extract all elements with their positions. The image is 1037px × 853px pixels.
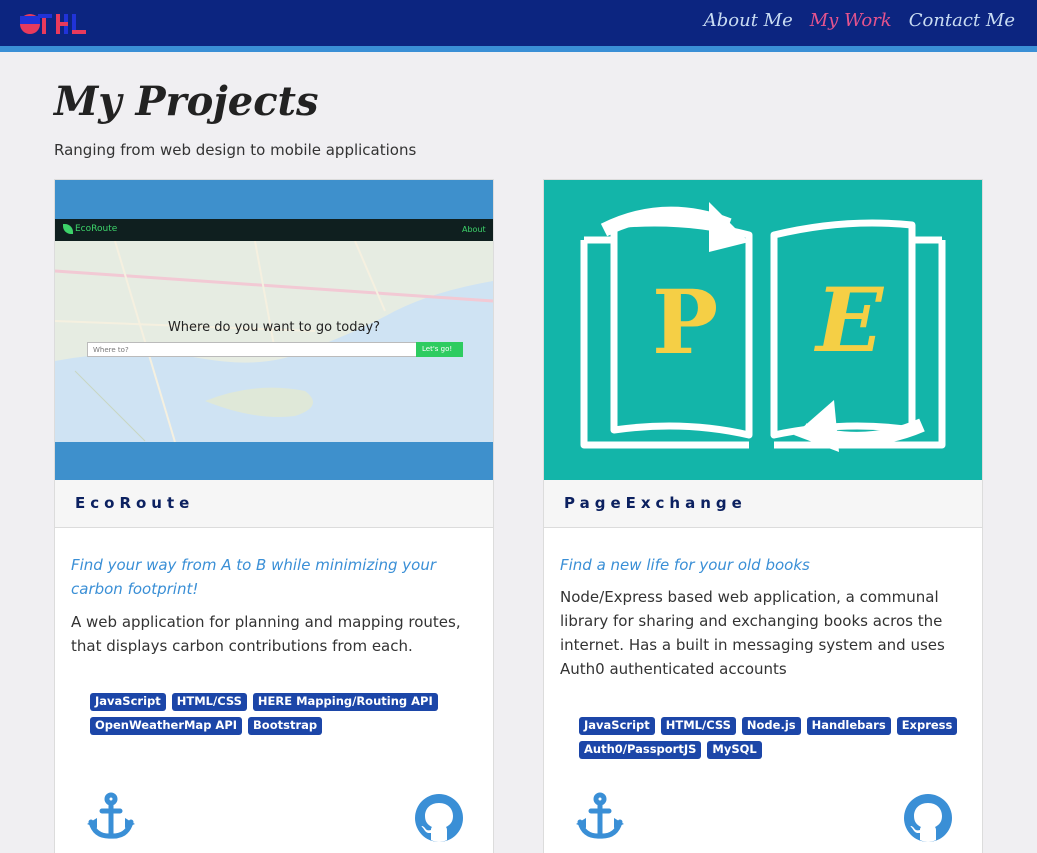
- book-icon: [580, 202, 946, 452]
- screenshot-navbar: [55, 219, 493, 241]
- anchor-icon[interactable]: [574, 792, 626, 844]
- project-tagline: Find a new life for your old books: [560, 556, 810, 574]
- tech-tag: Express: [896, 717, 958, 735]
- tech-tag: HTML/CSS: [660, 717, 736, 735]
- pageexchange-logo-image[interactable]: P E: [544, 180, 982, 480]
- tech-tag: MySQL: [707, 741, 762, 759]
- screenshot-search-input: Where to?: [87, 342, 417, 357]
- project-description: A web application for planning and mappi…: [71, 613, 461, 655]
- tech-tag: HTML/CSS: [171, 693, 247, 711]
- nav-my-work[interactable]: My Work: [810, 10, 892, 31]
- navbar: About Me My Work Contact Me: [0, 0, 1037, 52]
- tech-tag: JavaScript: [579, 717, 655, 735]
- tech-tag: JavaScript: [90, 693, 166, 711]
- nav-about-me[interactable]: About Me: [704, 10, 793, 31]
- project-card-pageexchange: P E PageExchange Find a new life for you…: [543, 179, 983, 853]
- screenshot-go-button: Let's go!: [416, 342, 463, 357]
- tech-tag: Handlebars: [806, 717, 891, 735]
- project-description: Node/Express based web application, a co…: [560, 588, 945, 678]
- tech-tag: HERE Mapping/Routing API: [252, 693, 438, 711]
- nav-contact-me[interactable]: Contact Me: [909, 10, 1015, 31]
- screenshot-nav-link: About: [462, 225, 486, 234]
- page-subtitle: Ranging from web design to mobile applic…: [54, 141, 417, 159]
- logo-letter-p: P: [652, 270, 719, 374]
- nav-links: About Me My Work Contact Me: [704, 10, 1015, 31]
- screenshot-heading: Where do you want to go today?: [167, 320, 381, 335]
- tech-tag: OpenWeatherMap API: [90, 717, 243, 735]
- github-icon[interactable]: [413, 792, 465, 844]
- project-card-ecoroute: EcoRoute About Where do you want to go t…: [54, 179, 494, 853]
- tech-tags: JavaScript HTML/CSS HERE Mapping/Routing…: [90, 693, 470, 735]
- tech-tag: Bootstrap: [248, 717, 323, 735]
- page-title: My Projects: [54, 78, 319, 125]
- project-title: EcoRoute: [55, 480, 493, 528]
- logo-letter-e: E: [816, 268, 884, 372]
- ecoroute-screenshot[interactable]: EcoRoute About Where do you want to go t…: [55, 180, 493, 480]
- tech-tags: JavaScript HTML/CSS Node.js Handlebars E…: [579, 717, 959, 759]
- tech-tag: Auth0/PassportJS: [579, 741, 702, 759]
- github-icon[interactable]: [902, 792, 954, 844]
- screenshot-brand: EcoRoute: [75, 224, 118, 234]
- tech-tag: Node.js: [741, 717, 801, 735]
- site-logo[interactable]: [18, 12, 88, 36]
- project-tagline: Find your way from A to B while minimizi…: [71, 556, 437, 598]
- anchor-icon[interactable]: [85, 792, 137, 844]
- project-title: PageExchange: [544, 480, 982, 528]
